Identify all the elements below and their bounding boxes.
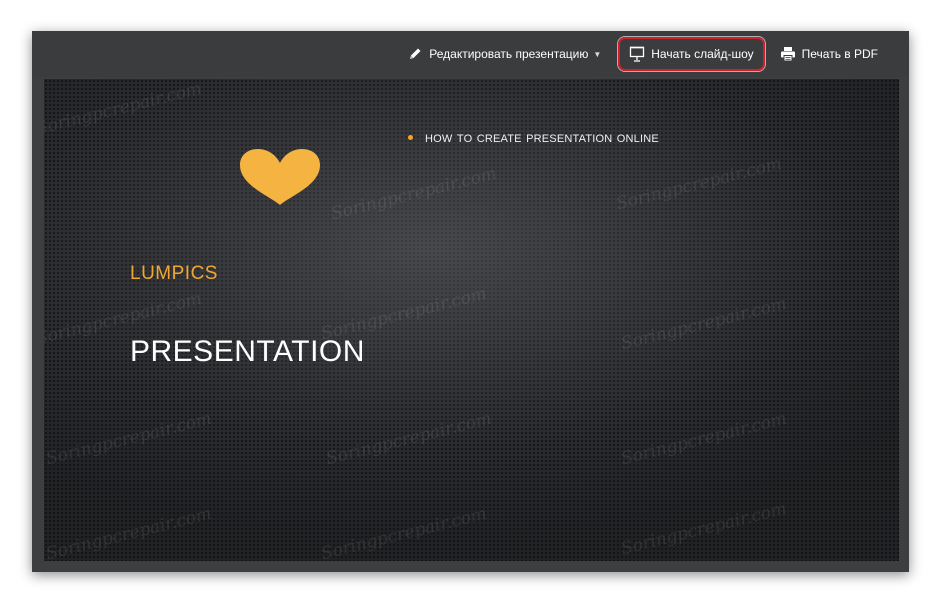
watermark: Soringpcrepair.com <box>44 79 204 140</box>
watermark: Soringpcrepair.com <box>329 163 499 225</box>
slide-subtitle: LUMPICS <box>130 263 218 284</box>
watermark: Soringpcrepair.com <box>619 498 789 560</box>
edit-presentation-label: Редактировать презентацию <box>429 47 589 61</box>
chevron-down-icon: ▼ <box>593 49 602 59</box>
watermark: Soringpcrepair.com <box>619 408 789 470</box>
viewer-toolbar: Редактировать презентацию ▼ Начать слайд… <box>32 31 909 77</box>
printer-icon <box>780 46 796 62</box>
slide-bullet-text: How to create presentation online <box>425 129 659 146</box>
watermark: Soringpcrepair.com <box>44 408 214 470</box>
heart-icon <box>240 149 320 205</box>
edit-presentation-button[interactable]: Редактировать презентацию ▼ <box>398 39 610 69</box>
watermark: Soringpcrepair.com <box>319 503 489 561</box>
watermark: Soringpcrepair.com <box>614 153 784 215</box>
print-pdf-button[interactable]: Печать в PDF <box>771 39 887 69</box>
watermark: Soringpcrepair.com <box>619 293 789 355</box>
start-slideshow-button[interactable]: Начать слайд-шоу <box>618 37 765 71</box>
bullet-dot <box>408 135 413 140</box>
presentation-viewer-window: Редактировать презентацию ▼ Начать слайд… <box>32 31 909 572</box>
watermark: Soringpcrepair.com <box>324 408 494 470</box>
print-pdf-label: Печать в PDF <box>801 47 878 61</box>
watermark: Soringpcrepair.com <box>44 503 214 561</box>
slide-bullet-item: How to create presentation online <box>408 129 659 146</box>
pencil-icon <box>407 46 423 62</box>
start-slideshow-label: Начать слайд-шоу <box>651 47 754 61</box>
slide-canvas: How to create presentation online LUMPIC… <box>44 79 899 561</box>
projector-screen-icon <box>629 46 645 62</box>
slide-title: PRESENTATION <box>130 335 365 368</box>
